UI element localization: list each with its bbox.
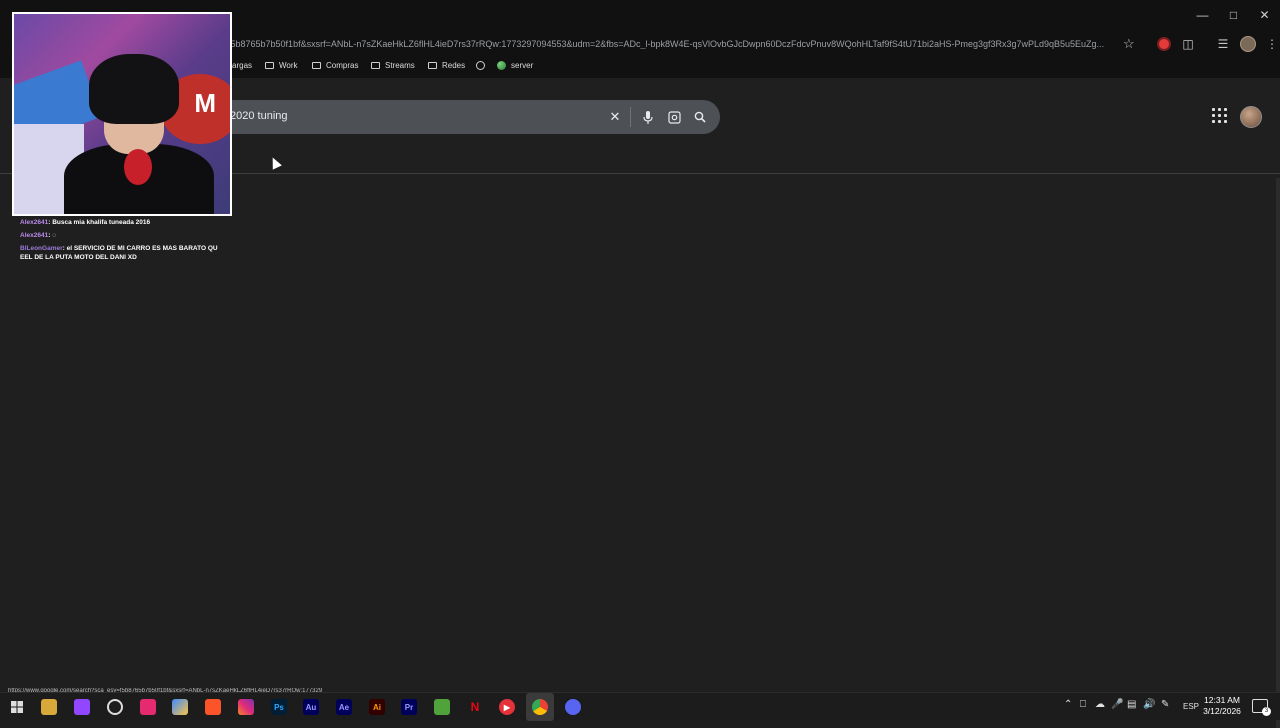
chat-message: BlLeonGamer: el SERVICIO DE MI CARRO ES …	[20, 245, 218, 261]
tray-device-icon[interactable]: ⎕	[1080, 699, 1086, 710]
folder-icon	[312, 62, 321, 69]
system-clock[interactable]: 12:31 AM 3/12/2026	[1196, 695, 1248, 717]
copilot-icon[interactable]	[172, 699, 188, 715]
tray-overflow-icon[interactable]: ⌃	[1064, 699, 1072, 710]
obs-icon[interactable]	[107, 699, 123, 715]
search-box[interactable]: 2020 tuning ✕	[190, 100, 720, 134]
taskbar: Ps Au Ae Ai Pr N ▶ ⌃ ⎕ ☁ 🎤 ▤ 🔊 ✎ ESP 12:…	[0, 692, 1280, 721]
minecraft-icon[interactable]	[434, 699, 450, 715]
bookmark-folder-work[interactable]: Work	[265, 61, 298, 70]
photoshop-icon[interactable]: Ps	[271, 699, 287, 715]
mario-logo: M	[194, 88, 216, 118]
extensions-puzzle-icon[interactable]: ◫	[1177, 33, 1199, 55]
menu-kebab-icon[interactable]: ⋮	[1261, 33, 1280, 55]
bookmark-folder-compras[interactable]: Compras	[312, 61, 358, 70]
url-text[interactable]: f5b8765b7b50f1bf&sxsrf=ANbL-n7sZKaeHkLZ6…	[228, 39, 1113, 49]
chat-message: Alex2641: ◌	[20, 232, 57, 239]
microphone-icon[interactable]	[639, 108, 657, 126]
bookmark-star-icon[interactable]: ☆	[1123, 36, 1135, 52]
search-input[interactable]: 2020 tuning	[230, 110, 288, 122]
bookmark-folder-streams[interactable]: Streams	[371, 61, 415, 70]
maximize-icon[interactable]: □	[1218, 0, 1249, 30]
webcam-overlay: M	[12, 12, 232, 216]
discord-icon[interactable]	[565, 699, 581, 715]
netflix-icon[interactable]: N	[467, 699, 483, 715]
after-effects-icon[interactable]: Ae	[336, 699, 352, 715]
onedrive-icon[interactable]: ☁	[1095, 699, 1105, 710]
tiktok-icon[interactable]	[140, 699, 156, 715]
tray-mic-icon[interactable]: 🎤	[1111, 699, 1123, 710]
google-apps-icon[interactable]	[1212, 108, 1228, 124]
minimize-icon[interactable]: —	[1187, 0, 1218, 30]
audition-icon[interactable]: Au	[303, 699, 319, 715]
folder-icon	[371, 62, 380, 69]
chat-message: Alex2641: Busca mia khalifa tuneada 2016	[20, 219, 151, 226]
bookmark-item[interactable]: argas	[232, 61, 252, 70]
tray-display-icon[interactable]: ▤	[1127, 699, 1136, 710]
microphone-cover	[124, 149, 152, 185]
account-avatar[interactable]	[1240, 106, 1262, 128]
media-control-icon[interactable]: ☰	[1212, 33, 1234, 55]
close-icon[interactable]: ✕	[1249, 0, 1280, 30]
illustrator-icon[interactable]: Ai	[369, 699, 385, 715]
chrome-icon[interactable]	[532, 699, 548, 715]
search-icon[interactable]	[691, 108, 709, 126]
notification-count-badge: 3	[1262, 707, 1271, 716]
window-controls: — □ ✕	[1187, 0, 1280, 30]
brave-icon[interactable]	[205, 699, 221, 715]
file-explorer-icon[interactable]	[41, 699, 57, 715]
clear-icon[interactable]: ✕	[606, 108, 624, 126]
address-bar[interactable]: f5b8765b7b50f1bf&sxsrf=ANbL-n7sZKaeHkLZ6…	[228, 32, 1148, 56]
premiere-icon[interactable]: Pr	[401, 699, 417, 715]
page-scrollbar[interactable]	[1276, 178, 1280, 728]
bookmark-server[interactable]: server	[497, 61, 533, 70]
bookmark-github[interactable]	[476, 61, 490, 70]
server-icon	[497, 61, 506, 70]
streamer-hair	[89, 54, 179, 124]
media-player-icon[interactable]: ▶	[499, 699, 515, 715]
twitch-icon[interactable]	[74, 699, 90, 715]
folder-icon	[265, 62, 274, 69]
lens-camera-icon[interactable]	[665, 108, 683, 126]
instagram-icon[interactable]	[238, 699, 254, 715]
folder-icon	[428, 62, 437, 69]
pen-icon[interactable]: ✎	[1161, 699, 1169, 710]
record-extension-icon[interactable]	[1153, 33, 1175, 55]
volume-icon[interactable]: 🔊	[1143, 699, 1155, 710]
clock-time: 12:31 AM	[1204, 695, 1240, 705]
search-divider	[630, 107, 631, 127]
profile-avatar[interactable]	[1237, 33, 1259, 55]
bookmark-folder-redes[interactable]: Redes	[428, 61, 465, 70]
clock-date: 3/12/2026	[1203, 706, 1241, 716]
stream-chat: Alex2641: Busca mia khalifa tuneada 2016…	[20, 218, 220, 266]
windows-start-icon[interactable]	[9, 699, 25, 715]
github-icon	[476, 61, 485, 70]
